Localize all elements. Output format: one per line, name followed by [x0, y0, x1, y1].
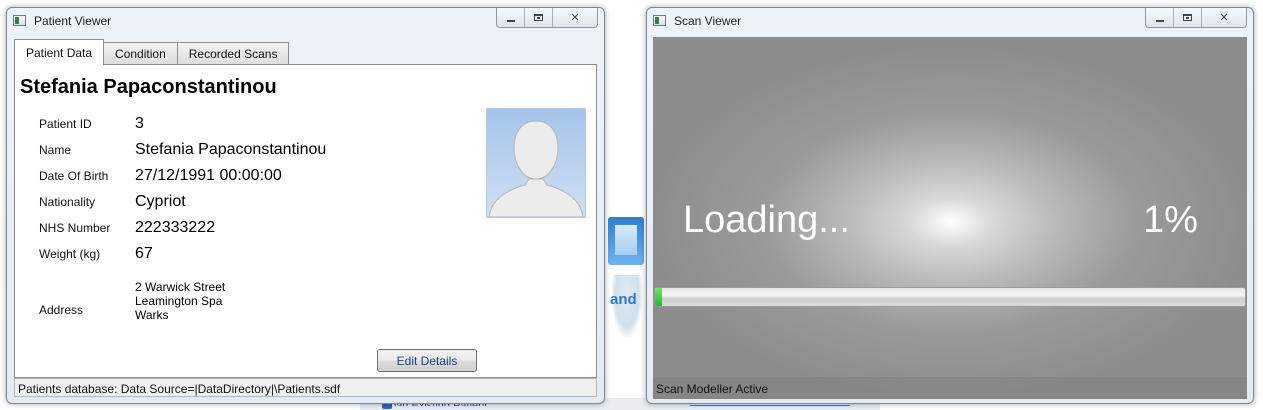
- patient-viewer-window: Patient Viewer ✕ Patient Data Condition …: [6, 7, 605, 404]
- scan-viewer-statusbar: Scan Modeller Active: [653, 377, 1247, 399]
- patient-viewer-titlebar[interactable]: Patient Viewer ✕: [7, 8, 604, 36]
- nhs-number-label: NHS Number: [39, 221, 111, 235]
- patient-data-panel: Stefania Papaconstantinou Patient ID 3 N…: [14, 64, 597, 378]
- tab-recorded-scans[interactable]: Recorded Scans: [176, 42, 290, 65]
- background-link-underline: [690, 405, 850, 406]
- address-label: Address: [39, 303, 84, 317]
- tab-patient-data[interactable]: Patient Data: [14, 39, 105, 65]
- edit-details-button[interactable]: Edit Details: [377, 349, 477, 372]
- weight-value: 67: [135, 245, 153, 262]
- maximize-button[interactable]: [525, 8, 553, 27]
- minimize-icon: [506, 19, 515, 22]
- patient-id-label: Patient ID: [39, 117, 92, 131]
- progress-fill: [655, 288, 663, 306]
- app-logo-icon: [608, 217, 644, 265]
- patient-viewer-statusbar: Patients database: Data Source=|DataDire…: [14, 378, 597, 397]
- nationality-label: Nationality: [39, 195, 96, 209]
- patient-id-value: 3: [135, 115, 144, 132]
- window-controls: ✕: [1145, 8, 1247, 28]
- window-app-icon: [13, 15, 26, 26]
- window-controls: ✕: [496, 8, 598, 28]
- nhs-number-value: 222333222: [135, 219, 216, 236]
- close-button[interactable]: ✕: [553, 8, 597, 27]
- address-line-1: 2 Warwick Street: [135, 280, 226, 294]
- maximize-button[interactable]: [1174, 8, 1202, 27]
- window-title: Scan Viewer: [674, 14, 742, 28]
- scan-render-area[interactable]: Loading... 1%: [653, 37, 1247, 399]
- tab-strip: Patient Data Condition Recorded Scans: [14, 39, 290, 65]
- address-line-3: Warks: [135, 308, 169, 322]
- dob-value: 27/12/1991 00:00:00: [135, 167, 282, 184]
- close-icon: ✕: [1219, 12, 1229, 24]
- scan-viewer-window: Scan Viewer ✕ Loading... 1% Scan Modelle…: [646, 7, 1254, 404]
- loading-label: Loading...: [683, 199, 850, 241]
- address-line-2: Leamington Spa: [135, 294, 223, 308]
- nationality-value: Cypriot: [135, 193, 186, 210]
- close-button[interactable]: ✕: [1202, 8, 1246, 27]
- minimize-button[interactable]: [497, 8, 525, 27]
- person-silhouette-icon: [488, 120, 584, 217]
- name-value: Stefania Papaconstantinou: [135, 141, 327, 158]
- patient-name-heading: Stefania Papaconstantinou: [20, 76, 277, 98]
- dob-label: Date Of Birth: [39, 169, 109, 183]
- close-icon: ✕: [570, 12, 580, 24]
- window-app-icon: [653, 15, 666, 26]
- minimize-button[interactable]: [1146, 8, 1174, 27]
- database-status-text: Patients database: Data Source=|DataDire…: [18, 382, 341, 396]
- scan-viewer-titlebar[interactable]: Scan Viewer ✕: [647, 8, 1253, 36]
- maximize-icon: [534, 14, 543, 21]
- loading-percent: 1%: [1143, 199, 1198, 241]
- loading-progress-bar: [654, 287, 1246, 307]
- tab-condition[interactable]: Condition: [103, 42, 178, 65]
- maximize-icon: [1183, 14, 1192, 21]
- background-app-word: and: [610, 291, 637, 308]
- patient-photo: [486, 108, 586, 218]
- window-title: Patient Viewer: [34, 14, 112, 28]
- name-label: Name: [39, 143, 72, 157]
- minimize-icon: [1155, 19, 1164, 22]
- scan-status-text: Scan Modeller Active: [656, 382, 769, 396]
- weight-label: Weight (kg): [39, 247, 101, 261]
